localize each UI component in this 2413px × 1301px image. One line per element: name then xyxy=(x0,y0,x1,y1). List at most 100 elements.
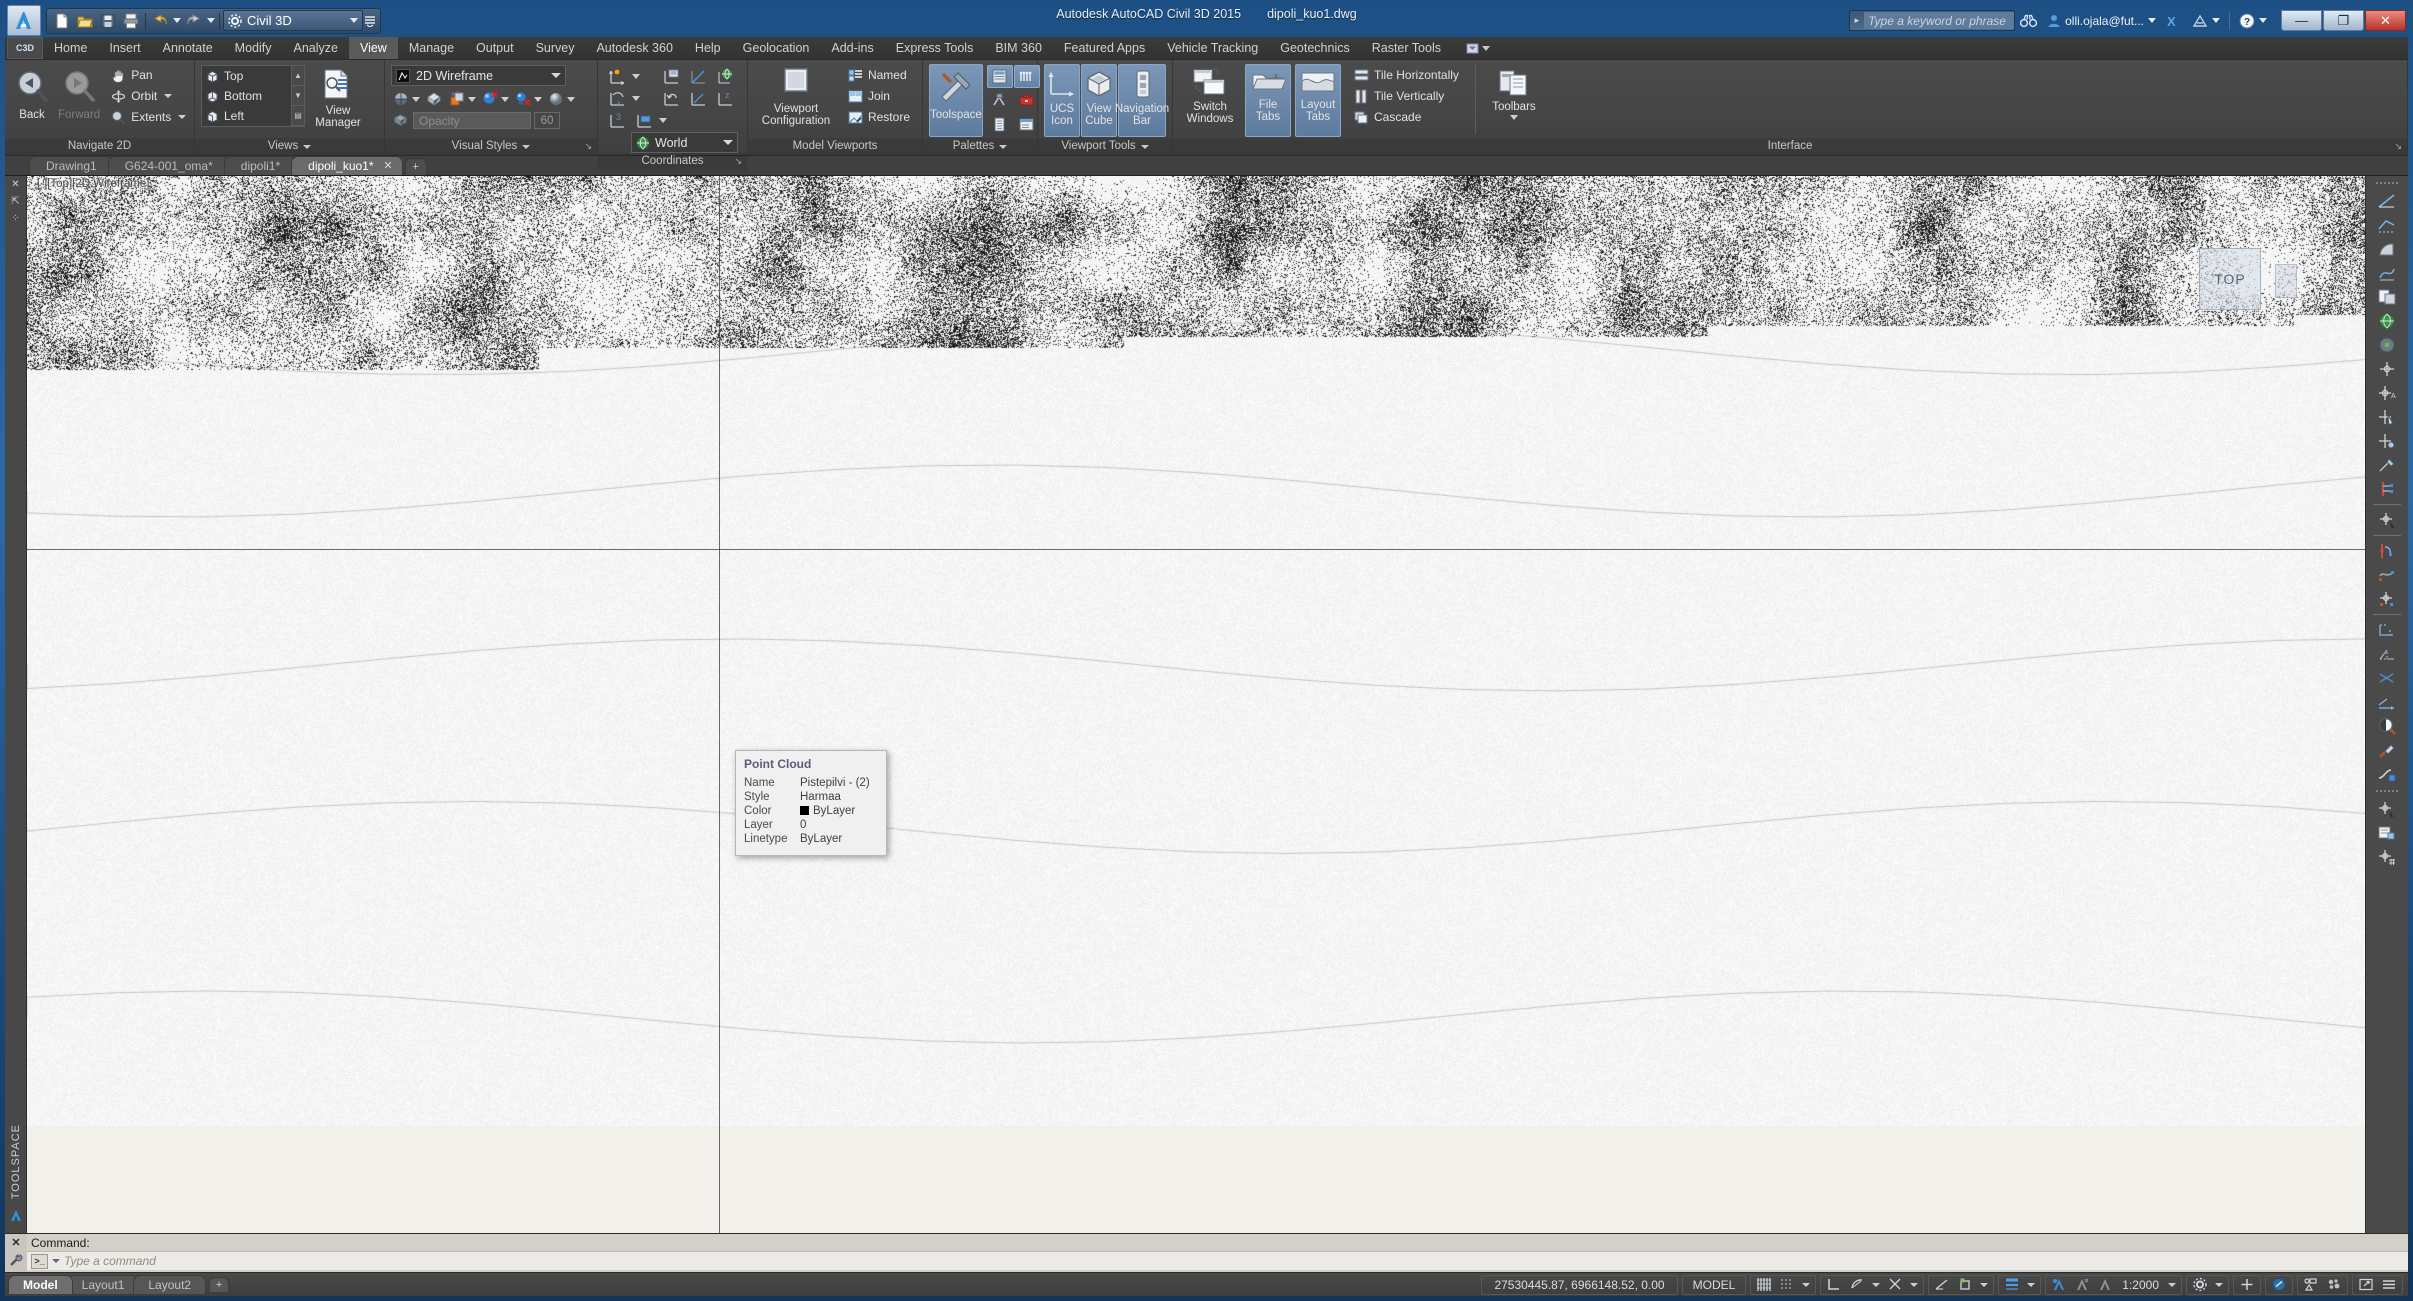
tab-geolocation[interactable]: Geolocation xyxy=(732,37,821,59)
point-label-icon[interactable]: A xyxy=(2372,381,2402,405)
view-manager-button[interactable]: View Manager xyxy=(309,64,367,130)
orbit-button[interactable]: Orbit xyxy=(105,86,192,106)
surface-brush-icon[interactable] xyxy=(2372,453,2402,477)
color-settings-icon[interactable] xyxy=(447,89,477,109)
chevron-down-icon[interactable] xyxy=(723,140,733,145)
chevron-down-icon[interactable] xyxy=(631,88,641,109)
sheet-set-manager-icon[interactable] xyxy=(987,89,1013,112)
command-line-palette-icon[interactable] xyxy=(1014,113,1040,136)
search-box[interactable]: ▸ xyxy=(1848,10,2016,31)
tab-analyze[interactable]: Analyze xyxy=(282,37,348,59)
ucs-face-icon[interactable] xyxy=(631,110,657,131)
lineweight-icon[interactable] xyxy=(2001,1276,2023,1294)
open-icon[interactable] xyxy=(74,10,96,31)
view-cube-button[interactable]: View Cube xyxy=(1081,64,1117,137)
new-icon[interactable] xyxy=(51,10,73,31)
ucs-3point-icon[interactable]: 3 xyxy=(604,110,630,131)
ucs-world-globe-icon[interactable] xyxy=(712,66,738,87)
dimension-angular-icon[interactable] xyxy=(2372,666,2402,690)
tile-vertically-button[interactable]: Tile Vertically xyxy=(1348,86,1465,106)
chevron-down-icon[interactable] xyxy=(1910,1282,1919,1287)
new-file-tab-button[interactable]: + xyxy=(404,158,427,175)
join-viewports-button[interactable]: Join xyxy=(842,86,916,106)
chevron-down-icon[interactable] xyxy=(999,144,1008,149)
layout-tab-layout1[interactable]: Layout1 xyxy=(66,1275,140,1294)
geolocation-icon[interactable] xyxy=(2372,309,2402,333)
arc-tool-icon[interactable] xyxy=(2372,237,2402,261)
curve-table-icon[interactable] xyxy=(2372,762,2402,786)
chevron-down-icon[interactable] xyxy=(1980,1282,1989,1287)
workspace-selector[interactable]: Civil 3D xyxy=(223,10,363,31)
application-menu-button[interactable] xyxy=(7,5,41,36)
polar-tracking-icon[interactable] xyxy=(1846,1276,1868,1294)
view-top[interactable]: Top xyxy=(202,66,291,86)
tab-express-tools[interactable]: Express Tools xyxy=(885,37,985,59)
a360-icon[interactable] xyxy=(2187,9,2225,33)
point-import-icon[interactable] xyxy=(2372,821,2402,845)
tab-add-ins[interactable]: Add-ins xyxy=(820,37,884,59)
customization-icon[interactable] xyxy=(2378,1276,2400,1294)
layout-tab-model[interactable]: Model xyxy=(8,1275,73,1294)
chevron-down-icon[interactable] xyxy=(522,144,531,149)
ucs-rotate-x-icon[interactable]: x xyxy=(604,88,630,109)
redo-dropdown-icon[interactable] xyxy=(206,10,216,31)
command-input-placeholder[interactable]: Type a command xyxy=(64,1254,156,1268)
snap-mode-icon[interactable] xyxy=(1776,1276,1798,1294)
chevron-down-icon[interactable] xyxy=(2168,1282,2176,1287)
panel-menu-icon[interactable]: ⁘ xyxy=(11,213,19,224)
file-tab-g624-001-oma[interactable]: G624-001_oma* xyxy=(107,156,230,175)
tab-help[interactable]: Help xyxy=(684,37,732,59)
xray-mode-icon[interactable] xyxy=(391,89,421,109)
annotation-scale-value[interactable]: 1:2000 xyxy=(2117,1278,2164,1292)
point-cloud-render[interactable] xyxy=(27,176,2365,1126)
file-tab-dipoli1[interactable]: dipoli1* xyxy=(223,156,298,175)
opacity-slider[interactable]: Opacity xyxy=(413,112,531,129)
chevron-down-icon[interactable] xyxy=(1509,115,1518,120)
dynamic-ucs-icon[interactable] xyxy=(1954,1276,1976,1294)
redo-icon[interactable] xyxy=(183,10,205,31)
chevron-down-icon[interactable] xyxy=(52,1259,60,1263)
user-account-menu[interactable]: olli.ojala@fut... xyxy=(2042,9,2161,33)
coordinate-display-group[interactable]: 27530445.87, 6966148.52, 0.00 xyxy=(1481,1274,1678,1295)
dimension-linear-icon[interactable] xyxy=(2372,618,2402,642)
nav-back-button[interactable]: Back xyxy=(11,64,53,122)
undo-icon[interactable] xyxy=(149,10,171,31)
file-tab-dipoli-kuo1[interactable]: dipoli_kuo1* ✕ xyxy=(291,156,403,175)
panel-dialog-launcher[interactable]: ↘ xyxy=(734,153,742,170)
search-input[interactable] xyxy=(1864,12,2015,29)
chevron-down-icon[interactable] xyxy=(178,115,187,119)
annotation-visibility-icon[interactable] xyxy=(2048,1276,2070,1294)
ucs-manage-icon[interactable] xyxy=(658,66,684,87)
tab-annotate[interactable]: Annotate xyxy=(152,37,224,59)
qat-customize-icon[interactable] xyxy=(364,10,376,31)
layout-tabs-button[interactable]: Layout Tabs xyxy=(1295,64,1341,137)
viewport-label[interactable]: [-][Top][2D Wireframe] xyxy=(37,178,149,190)
space-toggle-group[interactable]: MODEL xyxy=(1681,1274,1747,1295)
view-bottom[interactable]: Bottom xyxy=(202,86,291,106)
chevron-down-icon[interactable] xyxy=(164,94,173,98)
material-display-icon[interactable] xyxy=(546,89,576,109)
annotation-scale-icon[interactable] xyxy=(2094,1276,2116,1294)
tab-modify[interactable]: Modify xyxy=(224,37,283,59)
chevron-down-icon[interactable] xyxy=(2259,18,2267,23)
ucs-line-icon[interactable] xyxy=(685,66,711,87)
model-paper-space-toggle[interactable]: MODEL xyxy=(1685,1278,1744,1292)
ucs-z-icon[interactable]: z xyxy=(712,88,738,109)
view-cube[interactable]: TOP xyxy=(2199,248,2261,310)
toolbar-grip[interactable] xyxy=(2374,788,2400,794)
command-input-row[interactable]: >_ Type a command xyxy=(27,1251,2408,1270)
drawing-canvas[interactable]: [-][Top][2D Wireframe] TOP Point Cloud N… xyxy=(27,176,2365,1233)
tab-home[interactable]: Home xyxy=(43,37,98,59)
scroll-end-icon[interactable]: ▤ xyxy=(292,106,304,126)
spline-tool-icon[interactable] xyxy=(2372,261,2402,285)
ucs-named-icon[interactable] xyxy=(604,66,630,87)
pin-icon[interactable]: ⇱ xyxy=(11,196,19,207)
tab-view[interactable]: View xyxy=(348,37,398,59)
design-center-icon[interactable] xyxy=(1014,89,1040,112)
tab-insert[interactable]: Insert xyxy=(98,37,151,59)
layout-tab-layout2[interactable]: Layout2 xyxy=(133,1275,207,1294)
chevron-down-icon[interactable] xyxy=(1140,144,1149,149)
chevron-down-icon[interactable] xyxy=(631,66,641,87)
clean-screen-icon[interactable] xyxy=(2355,1276,2377,1294)
undo-dropdown-icon[interactable] xyxy=(172,10,182,31)
